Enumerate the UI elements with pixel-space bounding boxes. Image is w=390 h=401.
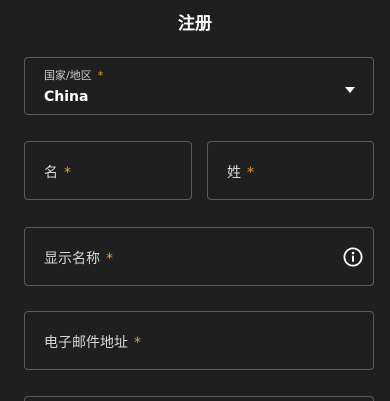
last-name-label: 姓 *: [227, 162, 254, 182]
email-field[interactable]: 电子邮件地址 *: [24, 311, 374, 370]
info-icon[interactable]: [343, 247, 363, 267]
email-label: 电子邮件地址 *: [44, 332, 141, 352]
required-mark: *: [247, 165, 254, 181]
last-name-label-text: 姓: [227, 165, 241, 181]
country-select[interactable]: 国家/地区 * China: [24, 57, 374, 115]
display-name-label-text: 显示名称: [44, 251, 100, 267]
required-mark: *: [97, 69, 104, 82]
page-title: 注册: [178, 14, 212, 34]
email-label-text: 电子邮件地址: [44, 335, 128, 351]
first-name-label: 名 *: [44, 162, 71, 182]
display-name-field[interactable]: 显示名称 *: [24, 227, 374, 286]
country-label-text: 国家/地区: [44, 69, 92, 82]
last-name-field[interactable]: 姓 *: [207, 141, 374, 200]
first-name-label-text: 名: [44, 165, 58, 181]
next-field-partial[interactable]: [24, 396, 374, 401]
display-name-label: 显示名称 *: [44, 248, 113, 268]
required-mark: *: [106, 251, 113, 267]
dropdown-caret-icon: [345, 87, 355, 93]
country-value: China: [44, 89, 89, 105]
country-label: 国家/地区 *: [44, 67, 103, 83]
required-mark: *: [64, 165, 71, 181]
required-mark: *: [134, 335, 141, 351]
first-name-field[interactable]: 名 *: [24, 141, 192, 200]
